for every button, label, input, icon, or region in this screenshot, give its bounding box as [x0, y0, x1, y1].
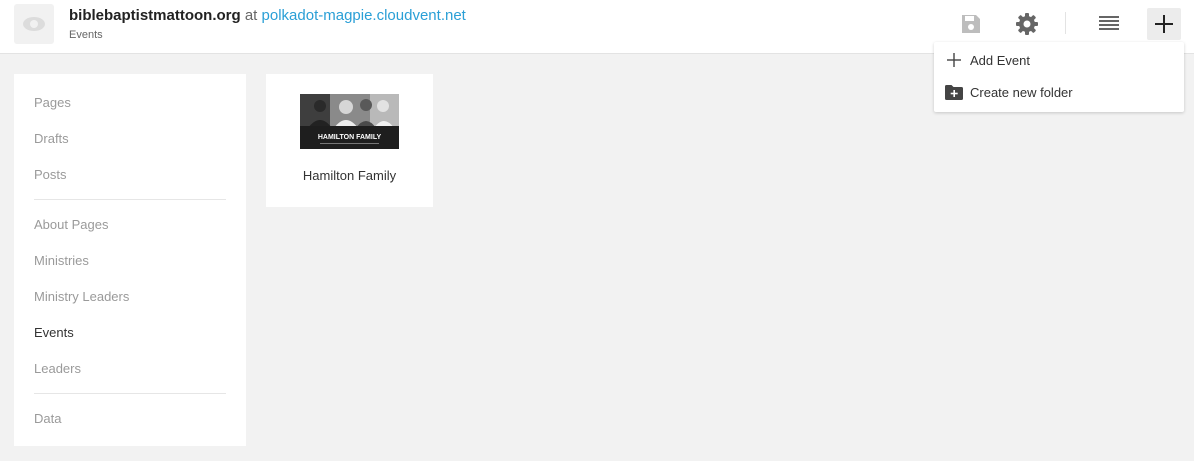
add-event-label: Add Event [970, 52, 1030, 68]
settings-button[interactable] [1010, 8, 1044, 40]
gear-icon [1016, 13, 1038, 35]
logo-icon [23, 17, 45, 31]
list-view-button[interactable] [1092, 8, 1126, 40]
list-icon [1099, 16, 1119, 30]
sidebar-item-ministry-leaders[interactable]: Ministry Leaders [34, 289, 129, 304]
sidebar-item-ministries[interactable]: Ministries [34, 253, 89, 268]
card-label: Hamilton Family [302, 168, 397, 183]
save-icon [962, 15, 980, 33]
sidebar-divider [34, 199, 226, 200]
plus-icon [1155, 15, 1173, 33]
add-menu-button[interactable] [1147, 8, 1181, 40]
at-text: at [244, 7, 258, 24]
site-title: biblebaptistmattoon.org at polkadot-magp… [69, 7, 466, 24]
file-card-hamilton-family[interactable]: HAMILTON FAMILY Hamilton Family [266, 74, 433, 207]
sidebar-item-pages[interactable]: Pages [34, 95, 71, 110]
thumbnail-title: HAMILTON FAMILY [318, 134, 382, 141]
sidebar-item-events[interactable]: Events [34, 325, 74, 340]
create-folder-label: Create new folder [970, 84, 1073, 100]
site-host-link[interactable]: polkadot-magpie.cloudvent.net [262, 7, 466, 24]
site-logo[interactable] [14, 4, 54, 44]
sidebar-item-drafts[interactable]: Drafts [34, 131, 69, 146]
folder-plus-icon [944, 82, 964, 102]
add-dropdown-menu: Add Event Create new folder [934, 42, 1184, 112]
sidebar-divider [34, 393, 226, 394]
create-folder-menu-item[interactable]: Create new folder [934, 77, 1184, 107]
add-event-menu-item[interactable]: Add Event [934, 45, 1184, 75]
toolbar-divider [1065, 12, 1066, 34]
sidebar-item-about-pages[interactable]: About Pages [34, 217, 108, 232]
site-name: biblebaptistmattoon.org [69, 7, 241, 24]
save-button[interactable] [954, 8, 988, 40]
sidebar-nav: Pages Drafts Posts About Pages Ministrie… [14, 74, 246, 446]
event-thumbnail: HAMILTON FAMILY [300, 94, 399, 149]
plus-icon [944, 50, 964, 70]
sidebar-item-leaders[interactable]: Leaders [34, 361, 81, 376]
sidebar-item-data[interactable]: Data [34, 411, 61, 426]
sidebar-item-posts[interactable]: Posts [34, 167, 67, 182]
collection-subtitle: Events [69, 29, 103, 41]
